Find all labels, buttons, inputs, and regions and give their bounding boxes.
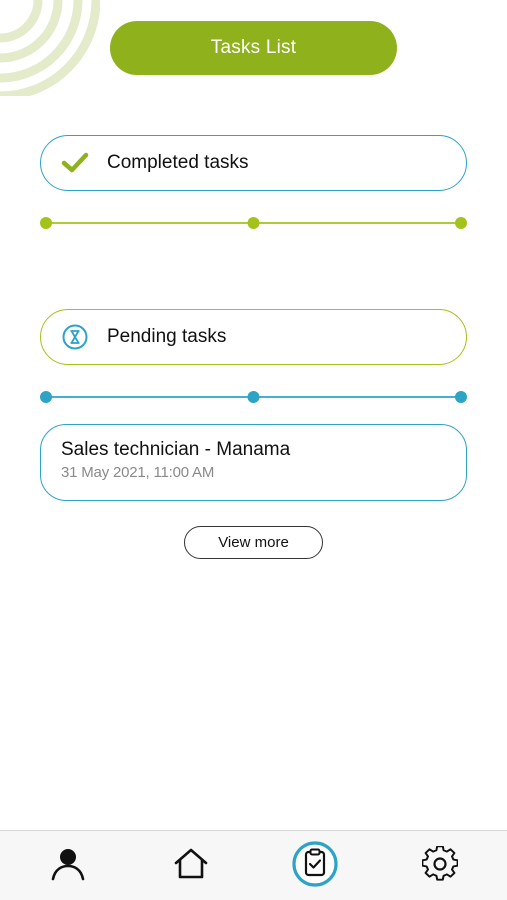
- completed-stepper: [40, 217, 467, 229]
- page-title-label: Tasks List: [210, 37, 297, 58]
- stepper-dot: [40, 217, 52, 229]
- home-icon: [173, 847, 209, 886]
- view-more-label: View more: [218, 534, 289, 551]
- pending-tasks-header[interactable]: Pending tasks: [40, 309, 467, 365]
- nav-profile[interactable]: [38, 831, 98, 900]
- stepper-dot: [40, 391, 52, 403]
- gear-icon: [421, 844, 459, 887]
- person-icon: [50, 846, 86, 887]
- clipboard-check-icon: [292, 840, 338, 892]
- checkmark-icon: [61, 149, 89, 177]
- decorative-arcs: [0, 0, 100, 96]
- view-more-button[interactable]: View more: [184, 526, 323, 559]
- bottom-nav: [0, 830, 507, 900]
- nav-tasks[interactable]: [285, 831, 345, 900]
- task-date: 31 May 2021, 11:00 AM: [61, 464, 215, 481]
- task-card[interactable]: Sales technician - Manama 31 May 2021, 1…: [40, 424, 467, 501]
- stepper-dot: [247, 217, 260, 229]
- nav-home[interactable]: [161, 831, 221, 900]
- nav-settings[interactable]: [410, 831, 470, 900]
- stepper-dot: [247, 391, 260, 403]
- hourglass-icon: [61, 323, 89, 351]
- completed-tasks-label: Completed tasks: [107, 152, 249, 173]
- task-title: Sales technician - Manama: [61, 439, 291, 460]
- pending-stepper: [40, 391, 467, 403]
- completed-tasks-header[interactable]: Completed tasks: [40, 135, 467, 191]
- page-title: Tasks List: [110, 21, 397, 75]
- pending-tasks-label: Pending tasks: [107, 326, 227, 347]
- stepper-dot: [455, 391, 467, 403]
- stepper-dot: [455, 217, 467, 229]
